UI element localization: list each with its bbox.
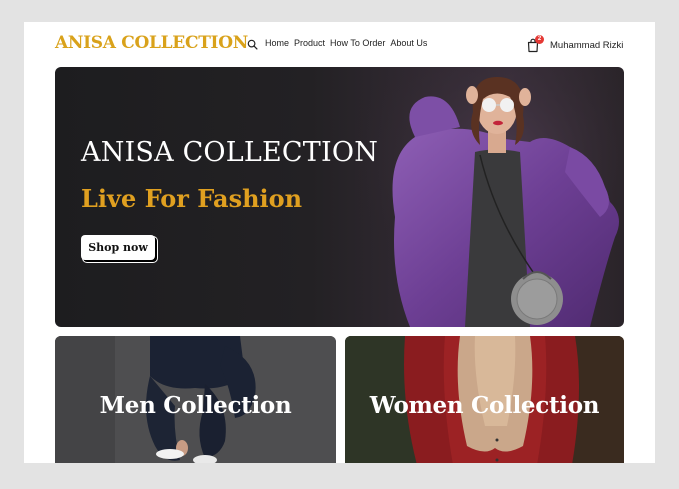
brand-logo[interactable]: ANISA COLLECTION [55,33,248,53]
page: ANISA COLLECTION Home Product How To Ord… [24,22,655,463]
shop-now-button[interactable]: Shop now [81,235,155,260]
cart-count-badge: 2 [535,35,544,44]
men-collection-label: Men Collection [99,392,292,419]
hero-subtitle: Live For Fashion [81,184,303,213]
hero-model-image [355,67,624,327]
hero-banner: ANISA COLLECTION Live For Fashion Shop n… [55,67,624,327]
top-navbar: ANISA COLLECTION Home Product How To Ord… [24,22,655,66]
nav-product[interactable]: Product [294,38,325,48]
men-collection-card[interactable]: Men Collection [55,336,336,463]
hero-title: ANISA COLLECTION [81,137,379,168]
main-nav: Home Product How To Order About Us [265,38,427,48]
search-icon[interactable] [247,39,258,50]
women-collection-card[interactable]: Women Collection [345,336,624,463]
nav-home[interactable]: Home [265,38,289,48]
cart-button[interactable]: 2 [526,35,544,53]
women-collection-label: Women Collection [369,392,600,419]
user-name[interactable]: Muhammad Rizki [550,40,623,51]
nav-about-us[interactable]: About Us [390,38,427,48]
nav-how-to-order[interactable]: How To Order [330,38,385,48]
